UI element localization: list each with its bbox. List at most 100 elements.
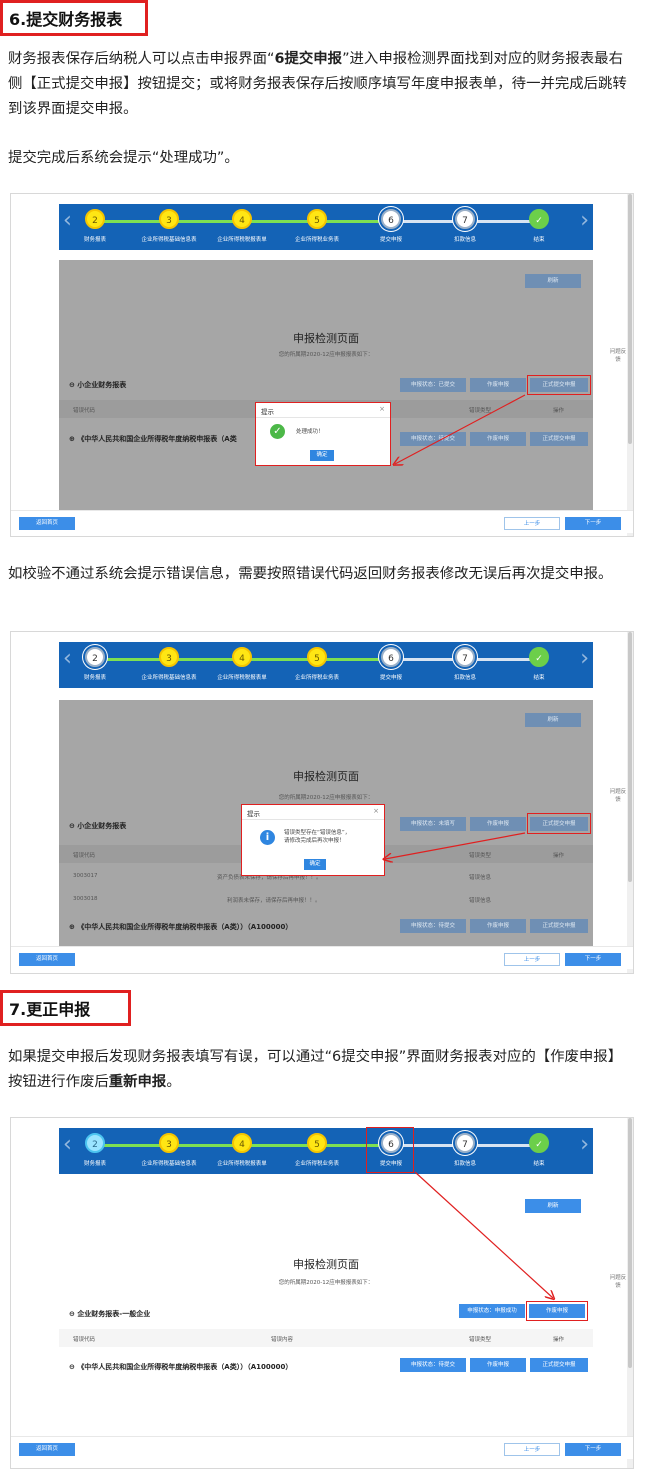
step-label: 企业所得税业务表 xyxy=(294,675,340,681)
step-circle[interactable]: 3 xyxy=(159,1133,179,1153)
text-run: 。 xyxy=(166,1074,181,1090)
chevron-right-icon[interactable]: › xyxy=(580,1134,589,1156)
chevron-right-icon[interactable]: › xyxy=(580,648,589,670)
main-form-row[interactable]: ⊖ 《中华人民共和国企业所得税年度纳税申报表（A类））（A100000） xyxy=(69,1362,292,1372)
void-button[interactable]: 作废申报 xyxy=(470,817,526,831)
next-button[interactable]: 下一步 xyxy=(565,953,621,966)
return-home-button[interactable]: 返回首页 xyxy=(19,517,75,530)
step-circle[interactable]: 2 xyxy=(85,647,105,667)
step-circle[interactable]: 5 xyxy=(307,647,327,667)
step-circle[interactable]: 2 xyxy=(85,1133,105,1153)
feedback-link[interactable]: 问题反馈 xyxy=(609,788,627,804)
step-circle[interactable]: 7 xyxy=(455,647,475,667)
scrollbar[interactable] xyxy=(627,1118,633,1468)
next-button[interactable]: 下一步 xyxy=(565,1443,621,1456)
return-home-button[interactable]: 返回首页 xyxy=(19,1443,75,1456)
step-label: 扣款信息 xyxy=(453,675,477,681)
step-circle[interactable]: 5 xyxy=(307,209,327,229)
void-button[interactable]: 作废申报 xyxy=(470,378,526,392)
status-button[interactable]: 申报状态：待提交 xyxy=(400,1358,466,1372)
step-label: 企业所得税税报表单 xyxy=(217,1161,267,1167)
close-icon[interactable]: × xyxy=(379,405,385,413)
void-button[interactable]: 作废申报 xyxy=(470,919,526,933)
col-code: 错误代码 xyxy=(73,853,96,859)
refresh-button[interactable]: 刷新 xyxy=(525,274,581,288)
step-circle-current[interactable]: 6 xyxy=(381,647,401,667)
main-form-row[interactable]: ⊕ 《中华人民共和国企业所得税年度纳税申报表（A类 xyxy=(69,434,237,444)
step-label: 企业所得税业务表 xyxy=(294,237,340,243)
highlight-box xyxy=(527,375,591,395)
close-icon[interactable]: × xyxy=(373,807,379,815)
chevron-right-icon[interactable]: › xyxy=(580,210,589,232)
success-dialog: 提示 × ✓ 处理成功！ 确定 xyxy=(255,402,391,466)
section-small-enterprise[interactable]: ⊖ 小企业财务报表 xyxy=(69,380,126,390)
text-bold: 6提交申报 xyxy=(274,51,343,67)
dialog-ok-button[interactable]: 确定 xyxy=(304,859,326,870)
next-button[interactable]: 下一步 xyxy=(565,517,621,530)
dialog-ok-button[interactable]: 确定 xyxy=(310,450,334,461)
step-circle[interactable]: 7 xyxy=(455,1133,475,1153)
status-button[interactable]: 申报状态：未填写 xyxy=(400,817,466,831)
chevron-left-icon[interactable]: ‹ xyxy=(63,1134,72,1156)
text-bold: 重新申报 xyxy=(108,1074,167,1090)
page-title: 申报检测页面 xyxy=(293,770,359,783)
col-type: 错误类型 xyxy=(469,408,492,414)
footer-bar: 返回首页 上一步 下一步 xyxy=(11,510,633,533)
status-button[interactable]: 申报状态：申报成功 xyxy=(459,1304,525,1318)
step-circle[interactable]: 3 xyxy=(159,647,179,667)
status-button[interactable]: 申报状态：已提交 xyxy=(400,378,466,392)
chevron-left-icon[interactable]: ‹ xyxy=(63,210,72,232)
step-circle[interactable]: 4 xyxy=(232,647,252,667)
table-header xyxy=(59,1329,593,1347)
prev-button[interactable]: 上一步 xyxy=(504,953,560,966)
scrollbar[interactable] xyxy=(627,194,633,536)
step-circle[interactable]: 2 xyxy=(85,209,105,229)
main-form-row[interactable]: ⊕ 《中华人民共和国企业所得税年度纳税申报表（A类））（A100000） xyxy=(69,922,292,932)
step-circle-done[interactable]: ✓ xyxy=(529,1133,549,1153)
step-circle-current[interactable]: 6 xyxy=(381,209,401,229)
status-button[interactable]: 申报状态：待提交 xyxy=(400,919,466,933)
void-button[interactable]: 作废申报 xyxy=(470,1358,526,1372)
refresh-button[interactable]: 刷新 xyxy=(525,713,581,727)
step-circle[interactable]: 3 xyxy=(159,209,179,229)
step-progress-bar: ‹ › 2 3 4 5 6 7 ✓ 财务报表 企业所得税基础信息表 企业所得税税… xyxy=(59,204,593,250)
submit-button[interactable]: 正式提交申报 xyxy=(530,432,588,446)
section-small-enterprise[interactable]: ⊖ 小企业财务报表 xyxy=(69,821,126,831)
step-circle[interactable]: 5 xyxy=(307,1133,327,1153)
submit-button[interactable]: 正式提交申报 xyxy=(530,919,588,933)
highlight-box xyxy=(526,1301,588,1321)
step-label: 企业所得税基础信息表 xyxy=(141,237,197,243)
step-circle[interactable]: 7 xyxy=(455,209,475,229)
step-label: 扣款信息 xyxy=(453,1161,477,1167)
void-button[interactable]: 作废申报 xyxy=(470,432,526,446)
dialog-title: 提示 xyxy=(261,408,274,416)
section-label: 小企业财务报表 xyxy=(77,822,127,830)
screenshot-check-error: ‹ › 2 3 4 5 6 7 ✓ 财务报表 企业所得税基础信息表 企业所得税税… xyxy=(10,631,634,974)
error-type: 错误信息 xyxy=(469,898,492,904)
prev-button[interactable]: 上一步 xyxy=(504,1443,560,1456)
step-circle-done[interactable]: ✓ xyxy=(529,647,549,667)
form-label: 《中华人民共和国企业所得税年度纳税申报表（A类））（A100000） xyxy=(77,923,293,931)
page-title: 申报检测页面 xyxy=(293,332,359,345)
return-home-button[interactable]: 返回首页 xyxy=(19,953,75,966)
check-page-panel: 刷新 申报检测页面 您的所属期2020-12应申报报表如下： ⊖ 企业财务报表-… xyxy=(59,1184,593,1438)
step-circle[interactable]: 4 xyxy=(232,209,252,229)
step-label: 企业所得税基础信息表 xyxy=(141,1161,197,1167)
step-label: 企业所得税税报表单 xyxy=(217,675,267,681)
feedback-link[interactable]: 问题反馈 xyxy=(609,1274,627,1290)
error-type: 错误信息 xyxy=(469,875,492,881)
refresh-button[interactable]: 刷新 xyxy=(525,1199,581,1213)
step-label: 财务报表 xyxy=(83,1161,107,1167)
section-general-enterprise[interactable]: ⊖ 企业财务报表-一般企业 xyxy=(69,1309,150,1319)
step-circle[interactable]: 4 xyxy=(232,1133,252,1153)
chevron-left-icon[interactable]: ‹ xyxy=(63,648,72,670)
step-circle-done[interactable]: ✓ xyxy=(529,209,549,229)
form-label: 《中华人民共和国企业所得税年度纳税申报表（A类））（A100000） xyxy=(77,1363,293,1371)
submit-button[interactable]: 正式提交申报 xyxy=(530,1358,588,1372)
status-button[interactable]: 申报状态：待提交 xyxy=(400,432,466,446)
error-dialog: 提示 × i 错误类型存在“错误信息”， 请修改完成后再次申报！ 确定 xyxy=(241,804,385,876)
step-label: 企业所得税税报表单 xyxy=(217,237,267,243)
prev-button[interactable]: 上一步 xyxy=(504,517,560,530)
feedback-link[interactable]: 问题反馈 xyxy=(609,348,627,364)
scrollbar[interactable] xyxy=(627,632,633,973)
